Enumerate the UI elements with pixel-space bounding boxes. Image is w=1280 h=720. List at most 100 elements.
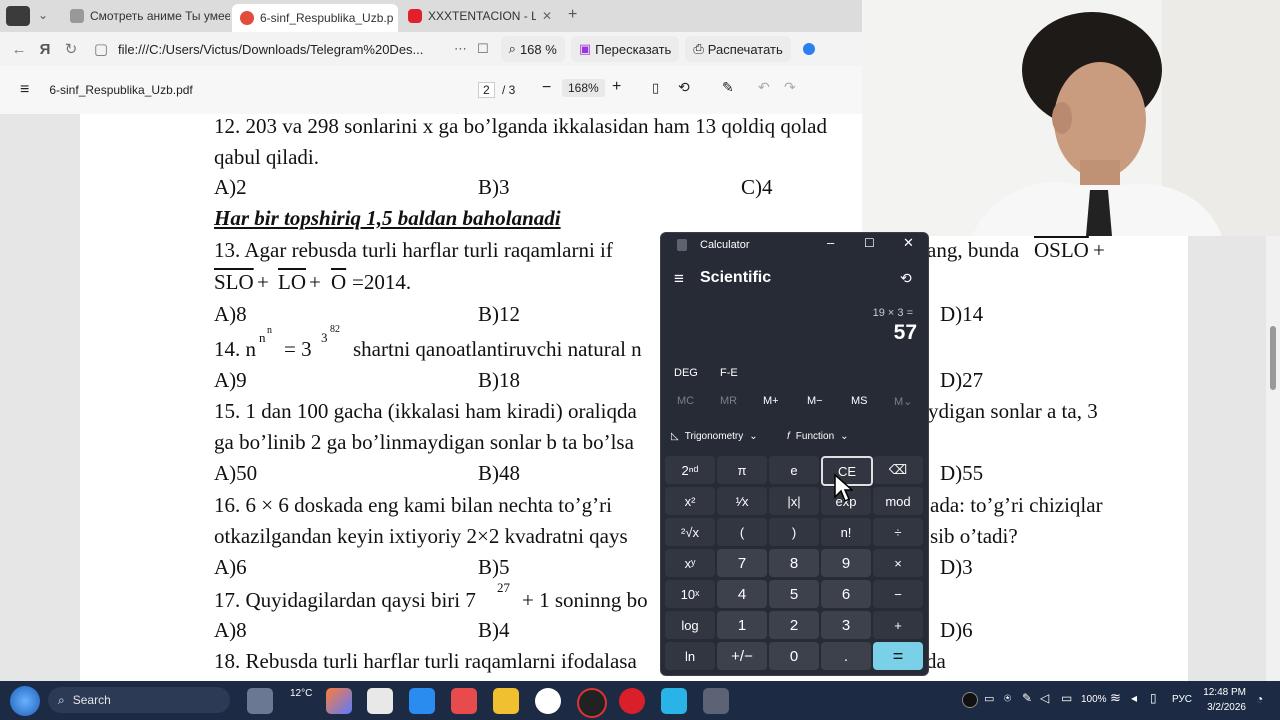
page-number-input[interactable]: 2 [478, 82, 495, 98]
volume-icon[interactable]: ◁ [1040, 691, 1049, 705]
tab-pdf[interactable]: 6-sinf_Respublika_Uzb.p ✕ [232, 4, 398, 32]
digit-2-key[interactable]: 2 [769, 611, 819, 639]
square-root-key[interactable]: ²√x [665, 518, 715, 546]
trigonometry-dropdown[interactable]: ◺ Trigonometry ⌄ [671, 431, 758, 442]
draw-icon[interactable]: ✎ [722, 79, 734, 96]
pi-key[interactable]: π [717, 456, 767, 484]
clock-time[interactable]: 12:48 PM [1200, 687, 1246, 698]
multiply-key[interactable]: × [873, 549, 923, 577]
memory-store-button[interactable]: MS [851, 395, 868, 407]
input-language[interactable]: РУС [1172, 694, 1192, 705]
digit-7-key[interactable]: 7 [717, 549, 767, 577]
equals-button[interactable]: = [873, 642, 923, 670]
pdf-zoom-level[interactable]: 168% [562, 79, 605, 97]
microphone-icon[interactable]: ⍟ [1004, 691, 1011, 706]
yandex-browser-icon[interactable] [535, 688, 561, 714]
address-input[interactable]: file:///C:/Users/Victus/Downloads/Telegr… [118, 42, 444, 57]
yandex-icon[interactable] [619, 688, 645, 714]
reload-icon[interactable]: ↻ [58, 40, 84, 58]
battery-status-icon[interactable]: ▯ [1150, 691, 1157, 705]
mod-key[interactable]: mod [873, 487, 923, 515]
print-button[interactable]: ⎙ Распечатать [685, 36, 791, 62]
digit-0-key[interactable]: 0 [769, 642, 819, 670]
digit-5-key[interactable]: 5 [769, 580, 819, 608]
back-icon[interactable]: ← [6, 41, 32, 58]
tab-list-chevron-icon[interactable]: ⌄ [38, 8, 48, 22]
digit-3-key[interactable]: 3 [821, 611, 871, 639]
digit-9-key[interactable]: 9 [821, 549, 871, 577]
fit-page-icon[interactable]: ▯ [652, 80, 659, 96]
memory-add-button[interactable]: M+ [763, 395, 779, 407]
redo-icon[interactable]: ↷ [784, 79, 796, 96]
taskbar-search[interactable]: ⌕ Search [48, 687, 230, 713]
recorder-icon[interactable] [577, 688, 607, 718]
backspace-button[interactable]: ⌫ [873, 456, 923, 484]
tab-youtube[interactable]: XXXTENTACION - Le ✕ [400, 4, 562, 28]
start-button[interactable] [10, 686, 40, 716]
zoom-button[interactable]: ⌕ 168 % [500, 36, 565, 62]
zoom-out-icon[interactable]: − [542, 79, 551, 97]
close-tab-icon[interactable]: ✕ [542, 9, 552, 23]
sidebar-toggle-icon[interactable] [6, 6, 30, 26]
maximize-icon[interactable]: ☐ [864, 236, 875, 250]
tray-chat-icon[interactable]: ▭ [984, 692, 994, 705]
undo-icon[interactable]: ↶ [758, 79, 770, 96]
divide-key[interactable]: ÷ [873, 518, 923, 546]
rotate-icon[interactable]: ⟲ [678, 79, 690, 96]
square-key[interactable]: x² [665, 487, 715, 515]
digit-6-key[interactable]: 6 [821, 580, 871, 608]
open-paren-key[interactable]: ( [717, 518, 767, 546]
file-explorer-icon[interactable] [493, 688, 519, 714]
angle-unit-button[interactable]: DEG [674, 367, 698, 379]
absolute-key[interactable]: |x| [769, 487, 819, 515]
tray-app-icon[interactable] [962, 692, 978, 708]
memory-recall-button[interactable]: MR [720, 395, 737, 407]
more-icon[interactable]: ⋯ [454, 41, 467, 57]
factorial-key[interactable]: n! [821, 518, 871, 546]
files-icon[interactable] [367, 688, 393, 714]
notification-icon[interactable]: ◔ [1256, 692, 1263, 706]
plus-key[interactable]: + [873, 611, 923, 639]
memory-subtract-button[interactable]: M− [807, 395, 823, 407]
reciprocal-key[interactable]: ¹⁄x [717, 487, 767, 515]
copilot-icon[interactable] [326, 688, 352, 714]
function-dropdown[interactable]: f Function ⌄ [787, 431, 849, 442]
digit-1-key[interactable]: 1 [717, 611, 767, 639]
close-paren-key[interactable]: ) [769, 518, 819, 546]
ten-power-key[interactable]: 10ˣ [665, 580, 715, 608]
battery-icon[interactable]: ▭ [1061, 691, 1072, 705]
log-key[interactable]: log [665, 611, 715, 639]
speaker-icon[interactable]: ◂ [1131, 691, 1137, 705]
negate-key[interactable]: +/− [717, 642, 767, 670]
new-tab-icon[interactable]: + [568, 6, 577, 24]
decimal-key[interactable]: . [821, 642, 871, 670]
menu-icon[interactable]: ≡ [20, 81, 29, 99]
power-key[interactable]: xʸ [665, 549, 715, 577]
minus-key[interactable]: − [873, 580, 923, 608]
memory-clear-button[interactable]: MC [677, 395, 694, 407]
navigation-menu-icon[interactable]: ≡ [674, 269, 684, 289]
bookmark-icon[interactable]: ☐ [477, 41, 489, 57]
tab-anime[interactable]: Смотреть аниме Ты умее [62, 4, 230, 28]
clock-date[interactable]: 3/2/2026 [1200, 702, 1246, 713]
weather-widget[interactable]: 12°C [290, 688, 312, 699]
fe-button[interactable]: F-E [720, 367, 738, 379]
digit-8-key[interactable]: 8 [769, 549, 819, 577]
second-function-key[interactable]: 2ⁿᵈ [665, 456, 715, 484]
retell-button[interactable]: ▣ Пересказать [570, 36, 680, 62]
digit-4-key[interactable]: 4 [717, 580, 767, 608]
extension-icon[interactable] [802, 43, 815, 55]
history-icon[interactable]: ⟲ [900, 270, 912, 287]
zoom-in-icon[interactable]: + [612, 78, 621, 96]
yandex-icon[interactable]: Я [32, 41, 58, 58]
close-icon[interactable]: ✕ [903, 235, 914, 251]
notepad-icon[interactable] [661, 688, 687, 714]
pen-icon[interactable]: ✎ [1022, 691, 1032, 705]
task-view-icon[interactable] [247, 688, 273, 714]
store-icon[interactable] [409, 688, 435, 714]
office-icon[interactable] [451, 688, 477, 714]
euler-key[interactable]: e [769, 456, 819, 484]
ln-key[interactable]: ln [665, 642, 715, 670]
wifi-icon[interactable]: ≋ [1110, 690, 1121, 706]
minimize-icon[interactable]: – [827, 235, 834, 250]
